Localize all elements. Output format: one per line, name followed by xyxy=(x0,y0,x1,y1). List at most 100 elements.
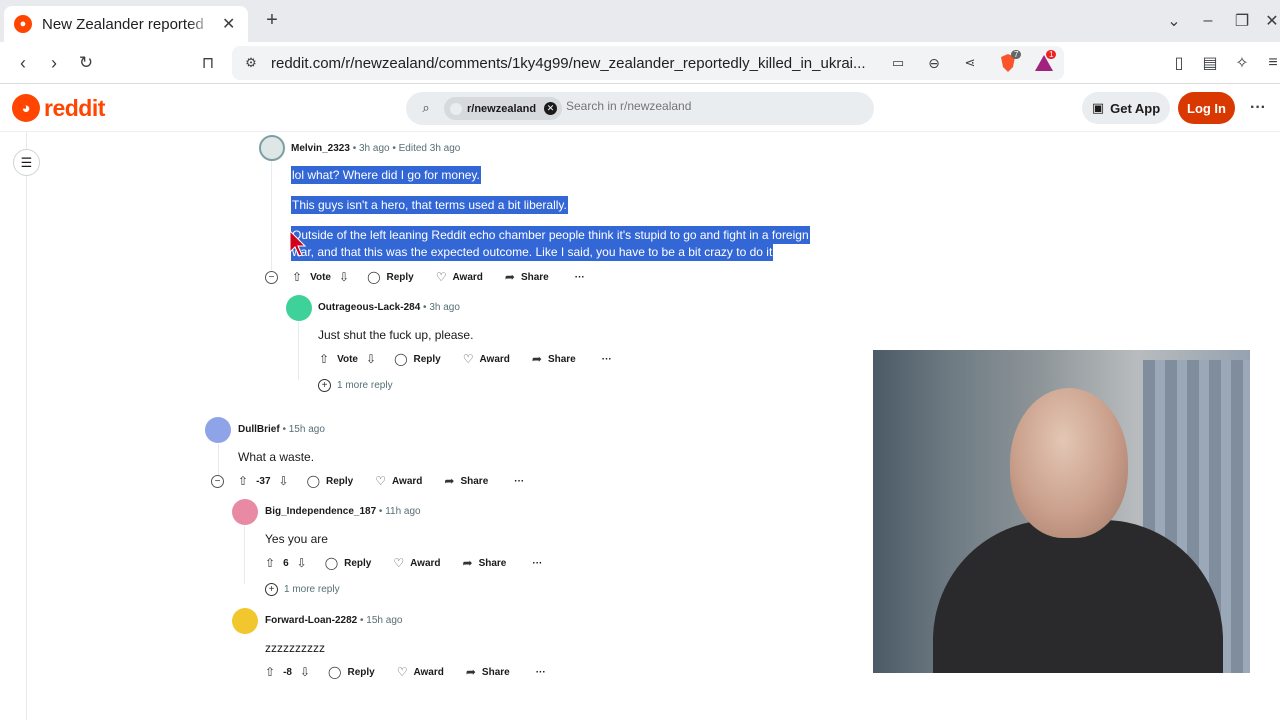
comment-more-button[interactable]: ··· xyxy=(514,476,524,487)
award-icon[interactable]: ♡ xyxy=(436,270,447,284)
browser-tab[interactable]: ● New Zealander reported ✕ xyxy=(4,6,248,42)
award-icon[interactable]: ♡ xyxy=(463,352,474,366)
reply-button[interactable]: Reply xyxy=(326,476,353,487)
upvote-icon[interactable]: ⇧ xyxy=(265,556,275,570)
comment-actions: ⇧ Vote ⇩ ◯ Reply ♡ Award ➦ Share ··· xyxy=(319,349,612,369)
share-button[interactable]: Share xyxy=(521,272,549,283)
url-text[interactable]: reddit.com/r/newzealand/comments/1ky4g99… xyxy=(271,55,875,72)
share-icon[interactable]: ➦ xyxy=(466,665,476,679)
comment-more-button[interactable]: ··· xyxy=(532,558,542,569)
install-app-icon[interactable]: ▭ xyxy=(888,53,908,73)
tab-search-icon[interactable]: ⌄ xyxy=(1164,11,1184,31)
share-button[interactable]: Share xyxy=(548,354,576,365)
search-input[interactable] xyxy=(566,99,856,113)
reply-icon[interactable]: ◯ xyxy=(394,352,407,366)
share-button[interactable]: Share xyxy=(479,558,507,569)
award-button[interactable]: Award xyxy=(453,272,483,283)
wallet-icon[interactable]: ▤ xyxy=(1199,52,1221,74)
browser-menu-icon[interactable]: ≡ xyxy=(1262,52,1280,74)
search-bar[interactable]: ⌕ r/newzealand ✕ xyxy=(406,92,874,125)
reply-button[interactable]: Reply xyxy=(387,272,414,283)
user-avatar[interactable] xyxy=(205,417,231,443)
subreddit-chip[interactable]: r/newzealand ✕ xyxy=(444,97,562,120)
award-icon[interactable]: ♡ xyxy=(397,665,408,679)
close-tab-icon[interactable]: ✕ xyxy=(222,14,235,34)
downvote-icon[interactable]: ⇩ xyxy=(297,556,307,570)
comment-more-button[interactable]: ··· xyxy=(602,354,612,365)
leo-ai-icon[interactable]: ✧ xyxy=(1231,52,1253,74)
comment-timestamp: • 15h ago xyxy=(357,615,403,626)
username[interactable]: DullBrief xyxy=(238,424,280,435)
reddit-logo[interactable]: ◕ reddit xyxy=(12,94,105,122)
award-button[interactable]: Award xyxy=(413,667,443,678)
reload-icon[interactable]: ↻ xyxy=(75,52,97,74)
username[interactable]: Big_Independence_187 xyxy=(265,506,376,517)
upvote-icon[interactable]: ⇧ xyxy=(238,474,248,488)
user-avatar[interactable] xyxy=(232,608,258,634)
login-button[interactable]: Log In xyxy=(1178,92,1235,124)
back-icon[interactable]: ‹ xyxy=(12,52,34,74)
sidebar-icon[interactable]: ▯ xyxy=(1168,52,1190,74)
award-button[interactable]: Award xyxy=(410,558,440,569)
vote-score: 6 xyxy=(283,557,289,569)
share-icon[interactable]: ⋖ xyxy=(960,53,980,73)
share-icon[interactable]: ➦ xyxy=(505,270,515,284)
user-avatar[interactable] xyxy=(259,135,285,161)
more-replies-link[interactable]: + 1 more reply xyxy=(265,583,340,596)
upvote-icon[interactable]: ⇧ xyxy=(319,352,329,366)
browser-toolbar: ‹ › ↻ ⊓ ⚙ reddit.com/r/newzealand/commen… xyxy=(0,42,1280,84)
reply-button[interactable]: Reply xyxy=(344,558,371,569)
more-options-icon[interactable]: ··· xyxy=(1248,98,1268,118)
bookmark-icon[interactable]: ⊓ xyxy=(197,52,219,74)
share-button[interactable]: Share xyxy=(482,667,510,678)
restore-icon[interactable]: ❐ xyxy=(1232,11,1252,31)
snoo-icon: ◕ xyxy=(12,94,40,122)
close-window-icon[interactable]: ✕ xyxy=(1262,11,1280,31)
hamburger-menu-button[interactable]: ☰ xyxy=(13,149,40,176)
comment-more-button[interactable]: ··· xyxy=(575,272,585,283)
new-tab-button[interactable]: + xyxy=(262,9,282,31)
share-icon[interactable]: ➦ xyxy=(532,352,542,366)
zoom-icon[interactable]: ⊖ xyxy=(924,53,944,73)
more-replies-link[interactable]: + 1 more reply xyxy=(318,379,393,392)
share-icon[interactable]: ➦ xyxy=(463,556,473,570)
address-bar[interactable]: ⚙ reddit.com/r/newzealand/comments/1ky4g… xyxy=(232,46,1064,80)
downvote-icon[interactable]: ⇩ xyxy=(300,665,310,679)
user-avatar[interactable] xyxy=(232,499,258,525)
subreddit-avatar-icon xyxy=(450,102,462,115)
comment-more-button[interactable]: ··· xyxy=(536,667,546,678)
user-avatar[interactable] xyxy=(286,295,312,321)
upvote-icon[interactable]: ⇧ xyxy=(265,665,275,679)
reply-button[interactable]: Reply xyxy=(347,667,374,678)
upvote-icon[interactable]: ⇧ xyxy=(292,270,302,284)
downvote-icon[interactable]: ⇩ xyxy=(339,270,349,284)
thread-line xyxy=(298,322,299,380)
award-icon[interactable]: ♡ xyxy=(393,556,404,570)
selected-text: lol what? Where did I go for money. xyxy=(291,166,481,184)
site-settings-icon[interactable]: ⚙ xyxy=(242,54,260,72)
downvote-icon[interactable]: ⇩ xyxy=(366,352,376,366)
forward-icon[interactable]: › xyxy=(43,52,65,74)
expand-icon: + xyxy=(318,379,331,392)
reply-icon[interactable]: ◯ xyxy=(307,474,320,488)
get-app-button[interactable]: ▣ Get App xyxy=(1082,92,1170,124)
username[interactable]: Melvin_2323 xyxy=(291,143,350,154)
share-icon[interactable]: ➦ xyxy=(444,474,454,488)
collapse-thread-icon[interactable]: − xyxy=(265,271,278,284)
award-button[interactable]: Award xyxy=(392,476,422,487)
reply-icon[interactable]: ◯ xyxy=(325,556,338,570)
reply-icon[interactable]: ◯ xyxy=(328,665,341,679)
collapse-thread-icon[interactable]: − xyxy=(211,475,224,488)
username[interactable]: Forward-Loan-2282 xyxy=(265,615,357,626)
minimize-icon[interactable]: – xyxy=(1198,11,1218,31)
reply-button[interactable]: Reply xyxy=(414,354,441,365)
remove-chip-icon[interactable]: ✕ xyxy=(544,102,557,115)
share-button[interactable]: Share xyxy=(460,476,488,487)
reply-icon[interactable]: ◯ xyxy=(367,270,380,284)
username[interactable]: Outrageous-Lack-284 xyxy=(318,302,420,313)
expand-icon: + xyxy=(265,583,278,596)
award-button[interactable]: Award xyxy=(480,354,510,365)
award-icon[interactable]: ♡ xyxy=(375,474,386,488)
downvote-icon[interactable]: ⇩ xyxy=(279,474,289,488)
comment-body: zzzzzzzzzz xyxy=(265,641,325,655)
